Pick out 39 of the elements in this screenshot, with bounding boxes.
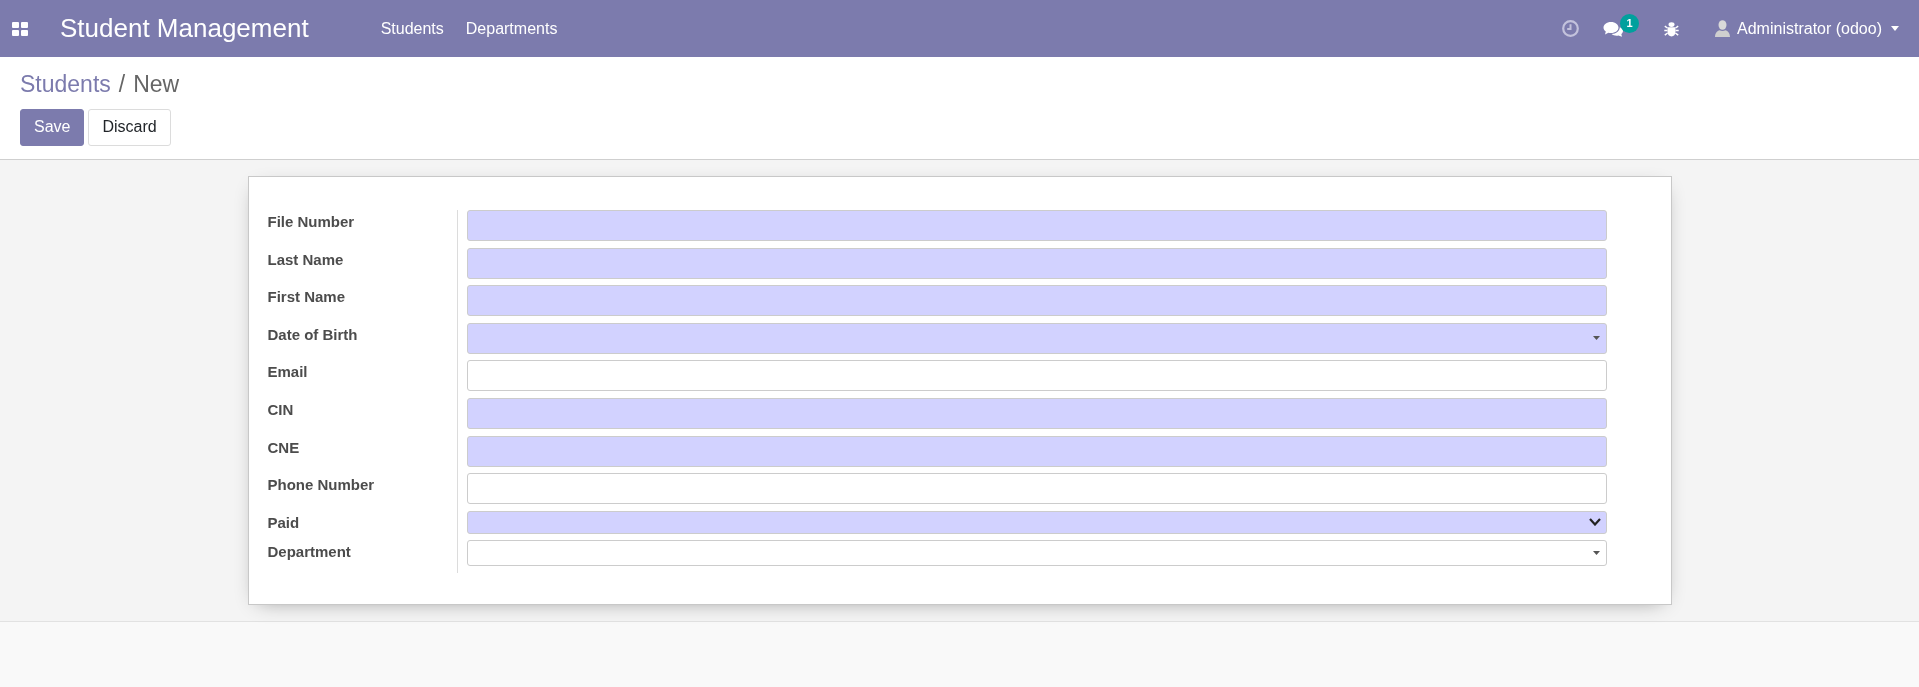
text-field[interactable] xyxy=(466,473,1607,505)
text-field[interactable] xyxy=(466,435,1607,467)
field-label: File Number xyxy=(267,213,355,230)
field-label: Phone Number xyxy=(267,476,375,494)
text-field[interactable] xyxy=(466,247,1607,279)
menu-item[interactable]: Departments xyxy=(465,19,558,38)
field-label: Last Name xyxy=(267,250,344,268)
field-label: Date of Birth xyxy=(267,325,358,343)
breadcrumb-current: New xyxy=(133,70,180,99)
dropdown-field[interactable] xyxy=(466,540,1607,567)
discard-button[interactable]: Discard xyxy=(88,108,171,146)
breadcrumb-link[interactable]: Students xyxy=(20,70,111,99)
field-label: CIN xyxy=(267,400,294,418)
user-menu-button[interactable]: Administrator (odoo) xyxy=(1715,19,1899,38)
field-label: Paid xyxy=(267,513,300,531)
caret-icon xyxy=(1592,336,1600,341)
field-label: Department xyxy=(267,543,351,561)
field-label: First Name xyxy=(267,288,346,306)
caret-icon xyxy=(1592,551,1600,556)
clock-icon[interactable] xyxy=(1562,20,1580,37)
field-label: CNE xyxy=(267,438,300,456)
apps-menu-icon[interactable] xyxy=(12,21,28,36)
text-field[interactable] xyxy=(466,397,1607,429)
caret-icon xyxy=(1891,26,1899,31)
chevron-down-icon xyxy=(1588,518,1601,527)
breadcrumb-separator: / xyxy=(118,70,126,99)
menu-item[interactable]: Students xyxy=(380,19,444,38)
notification-badge: 1 xyxy=(1620,13,1640,33)
date-field[interactable] xyxy=(466,322,1607,354)
save-button[interactable]: Save xyxy=(20,108,85,146)
chat-icon[interactable] xyxy=(1603,20,1624,37)
app-title: Student Management xyxy=(60,12,309,45)
select-field[interactable] xyxy=(466,510,1607,534)
text-field[interactable] xyxy=(466,360,1607,392)
bug-icon[interactable] xyxy=(1664,20,1680,37)
text-field[interactable] xyxy=(466,210,1607,241)
user-icon xyxy=(1715,20,1731,37)
text-field[interactable] xyxy=(466,285,1607,317)
field-label: Email xyxy=(267,363,308,381)
